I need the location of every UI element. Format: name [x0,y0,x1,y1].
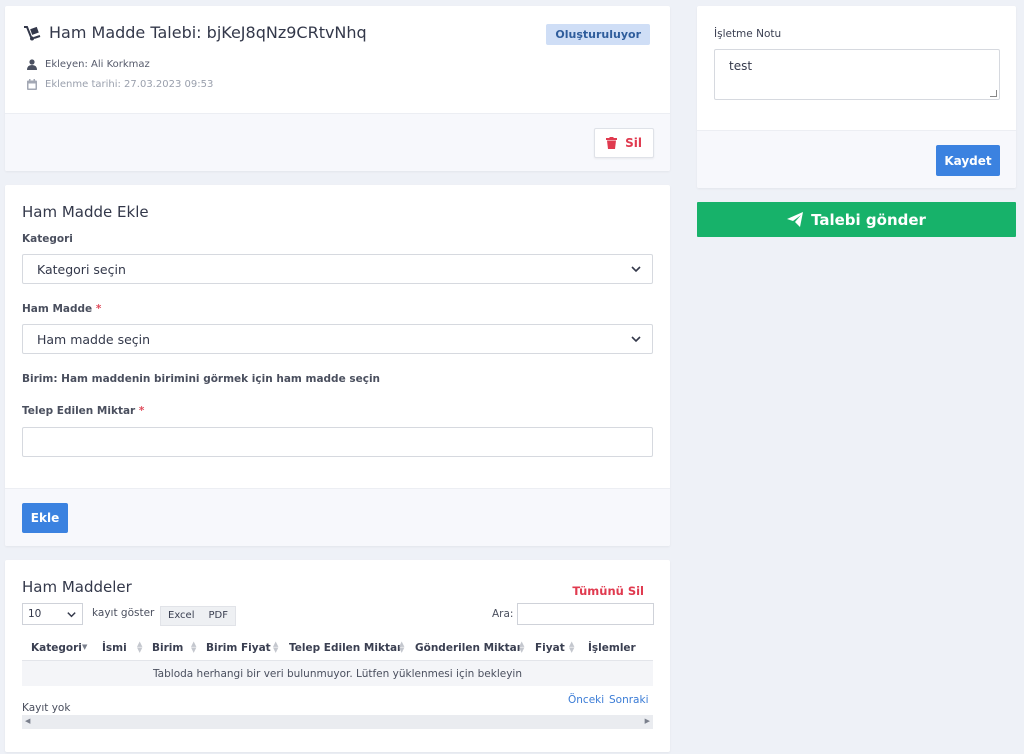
quantity-label: Telep Edilen Miktar * [22,405,144,417]
column-header[interactable]: İsmi [102,642,127,654]
send-request-button[interactable]: Talebi gönder [697,202,1016,237]
sort-icon: ▲ ▼ [137,640,143,654]
sort-desc-icon: ▼ [82,643,88,651]
note-text: test [729,59,753,73]
sort-icon: ▲ ▼ [519,640,525,654]
chevron-down-icon [67,612,76,618]
trash-icon [606,137,618,149]
materials-list-card: Ham Maddeler Tümünü Sil 10 kayıt göster … [5,560,670,752]
column-header[interactable]: Birim [152,642,183,654]
status-badge: Oluşturuluyor [546,24,650,45]
next-page-button[interactable]: Sonraki [609,694,649,706]
delete-button-label: Sil [625,136,642,150]
chevron-down-icon [631,266,641,273]
horizontal-scrollbar[interactable]: ◀ ▶ [22,715,653,729]
sort-icon: ▲ ▼ [569,640,575,654]
export-pdf-button[interactable]: PDF [202,607,235,625]
table-info: Kayıt yok [22,702,71,714]
page-length-select[interactable]: 10 [22,603,83,625]
search-input[interactable] [517,603,654,625]
material-label-text: Ham Madde [22,303,93,315]
unit-info: Birim: Ham maddenin birimini görmek için… [22,373,381,385]
sort-icon: ▲ ▼ [273,640,279,654]
request-title: Ham Madde Talebi: bjKeJ8qNz9CRtvNhq [23,23,367,42]
scroll-left-icon[interactable]: ◀ [25,717,30,725]
column-header[interactable]: Telep Edilen Miktar [289,642,402,654]
note-label: İşletme Notu [714,28,782,40]
material-select[interactable]: Ham madde seçin [22,324,653,354]
required-mark: * [138,405,145,417]
show-records-label: kayıt göster [92,607,155,619]
category-select[interactable]: Kategori seçin [22,254,653,284]
user-icon [27,59,37,70]
export-excel-button[interactable]: Excel [161,607,202,625]
note-card-footer: Kaydet [697,130,1016,188]
add-button[interactable]: Ekle [22,503,68,533]
chevron-down-icon [631,336,641,343]
request-card: Ham Madde Talebi: bjKeJ8qNz9CRtvNhq Oluş… [5,6,670,171]
request-card-footer: Sil [5,113,670,171]
page-length-value: 10 [28,608,42,620]
column-header[interactable]: Fiyat [535,642,565,654]
category-label: Kategori [22,233,73,245]
scroll-right-icon[interactable]: ▶ [645,717,650,725]
column-header[interactable]: İşlemler [588,642,636,654]
request-title-text: Ham Madde Talebi: bjKeJ8qNz9CRtvNhq [49,23,367,42]
material-label: Ham Madde * [22,303,101,315]
dolly-icon [24,25,41,40]
add-material-card: Ham Madde Ekle Kategori Kategori seçin H… [5,185,670,546]
send-request-label: Talebi gönder [811,210,926,229]
materials-list-title: Ham Maddeler [22,578,132,596]
added-by-text: Ekleyen: Ali Korkmaz [45,59,150,70]
export-buttons: Excel PDF [160,606,236,626]
calendar-icon [27,79,37,90]
delete-button[interactable]: Sil [594,128,654,158]
quantity-label-text: Telep Edilen Miktar [22,405,136,417]
sort-icon: ▲ ▼ [191,640,197,654]
prev-page-button[interactable]: Önceki [568,694,604,706]
delete-all-link[interactable]: Tümünü Sil [572,584,644,598]
table-empty-row: Tabloda herhangi bir veri bulunmuyor. Lü… [22,660,653,686]
business-note-card: İşletme Notu test Kaydet [697,6,1016,188]
save-button[interactable]: Kaydet [936,145,1000,176]
sort-icon: ▲ ▼ [399,640,405,654]
table-header: Kategori ▼ İsmi ▲ ▼ Birim ▲ ▼ Birim Fiyat … [22,638,653,658]
add-material-footer: Ekle [5,488,670,546]
added-date-row: Eklenme tarihi: 27.03.2023 09:53 [27,79,213,90]
column-header[interactable]: Gönderilen Miktar [415,642,522,654]
required-mark: * [95,303,102,315]
note-textarea[interactable]: test [714,49,1000,100]
column-header[interactable]: Birim Fiyat [206,642,271,654]
quantity-input[interactable] [22,427,653,457]
added-by-row: Ekleyen: Ali Korkmaz [27,59,150,70]
material-select-value: Ham madde seçin [37,331,151,347]
add-material-title: Ham Madde Ekle [22,203,149,221]
resize-handle[interactable] [990,90,997,97]
paper-plane-icon [787,212,804,227]
added-date-text: Eklenme tarihi: 27.03.2023 09:53 [45,79,214,90]
search-label: Ara: [492,608,514,620]
category-select-value: Kategori seçin [37,261,126,277]
column-header[interactable]: Kategori [31,642,82,654]
